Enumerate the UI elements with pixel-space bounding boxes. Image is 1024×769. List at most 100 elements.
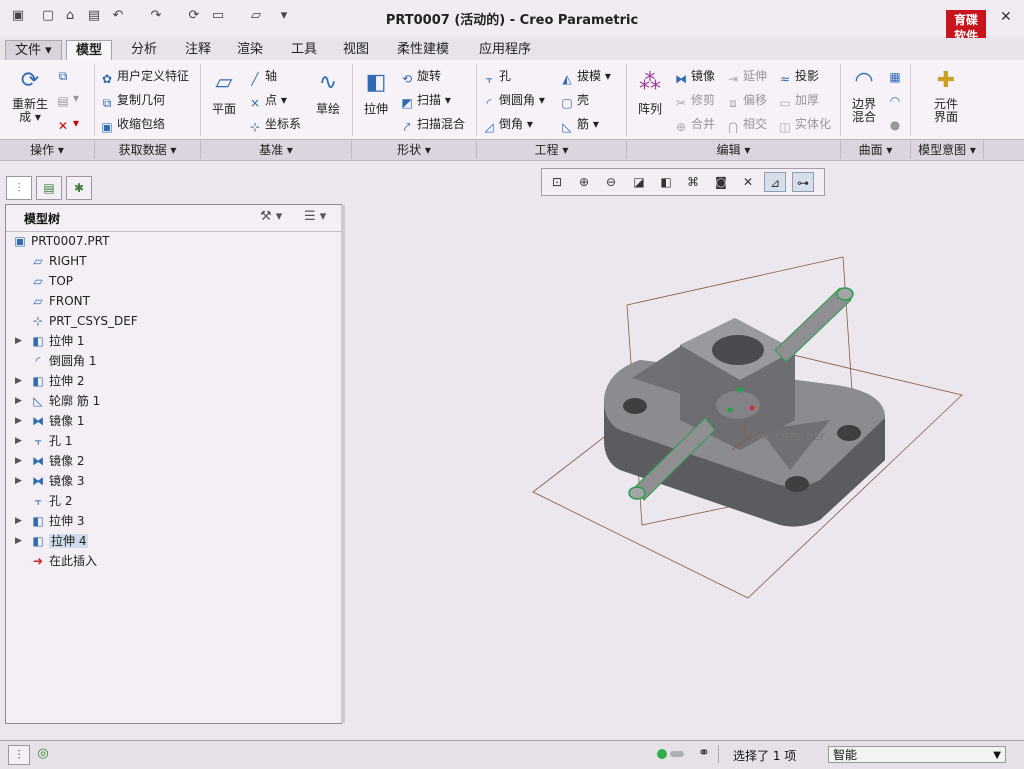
solidify-button[interactable]: ◫ 实体化 [778,115,831,134]
selection-filter[interactable]: 智能 ▼ [828,746,1006,763]
tree-item[interactable]: ▶ ◺ 轮廓 筋 1 [15,392,100,410]
tab-analysis[interactable]: 分析 [122,40,166,60]
expand-arrow-icon[interactable]: ▶ [15,392,25,410]
plane-button[interactable]: ▱ 平面 [204,68,244,117]
extend-button[interactable]: ⇥ 延伸 [726,67,767,86]
tree-item[interactable]: ▶ ⫟ 孔 1 [15,432,72,450]
sketch-button[interactable]: ∿ 草绘 [308,68,348,117]
tree-item[interactable]: ▱ RIGHT [30,252,86,270]
favorites-tab-icon[interactable]: ✱ [66,176,92,200]
intersect-button[interactable]: ⋂ 相交 [726,115,767,134]
group-datum[interactable]: 基准 ▾ [201,141,352,159]
tree-item[interactable]: ▶ ◧ 拉伸 3 [15,512,84,530]
expand-arrow-icon[interactable]: ▶ [15,372,25,390]
expand-arrow-icon[interactable]: ▶ [15,332,25,350]
boundary-blend-button[interactable]: ◠ 边界 混合 [844,66,884,124]
swept-blend-button[interactable]: ⤤ 扫描混合 [400,115,465,134]
tree-settings-icon[interactable]: ⚒ ▾ [260,209,282,224]
mirror-button[interactable]: ⧓ 镜像 [674,67,715,86]
copy-geometry-button[interactable]: ⧉ 复制几何 [100,91,165,110]
tree-columns-icon[interactable]: ☰ ▾ [304,209,326,224]
tab-model[interactable]: 模型 [66,40,113,61]
view-manager-icon[interactable]: ◙ [710,172,732,192]
freestyle-icon[interactable]: ● [888,115,905,132]
trim-button[interactable]: ✂ 修剪 [674,91,715,110]
tree-item[interactable]: ▣ PRT0007.PRT [12,232,109,250]
regenerate-button[interactable]: ⟳ 重新生 成 ▾ [8,66,52,124]
group-surfaces[interactable]: 曲面 ▾ [841,141,911,159]
tab-annotate[interactable]: 注释 [176,40,220,60]
component-interface-button[interactable]: ✚ 元件 界面 [924,66,968,124]
model-tree-tab-icon[interactable]: ⫶ [6,176,32,200]
tab-applications[interactable]: 应用程序 [470,40,540,60]
refit-icon[interactable]: ⊡ [546,172,568,192]
group-operations[interactable]: 操作 ▾ [0,141,95,159]
group-engineering[interactable]: 工程 ▾ [477,141,627,159]
zoom-out-icon[interactable]: ⊖ [600,172,622,192]
point-button[interactable]: × 点 ▾ [248,91,287,110]
tree-item[interactable]: ▶ ◧ 拉伸 1 [15,332,84,350]
expand-arrow-icon[interactable]: ▶ [15,432,25,450]
display-style-icon[interactable]: ◧ [655,172,677,192]
expand-arrow-icon[interactable]: ▶ [15,532,25,550]
fill-icon[interactable]: ▦ [888,67,905,84]
saved-views-icon[interactable]: ⌘ [682,172,704,192]
tab-file[interactable]: 文件 ▾ [5,40,62,62]
show-navigator-icon[interactable]: ⫶ [8,745,30,765]
tree-item[interactable]: ▶ ⧓ 镜像 3 [15,472,84,490]
user-defined-feature-button[interactable]: ✿ 用户定义特征 [100,67,189,86]
copy-icon[interactable]: ⧉ [56,66,73,83]
shell-button[interactable]: ▢ 壳 [560,91,589,110]
tree-item[interactable]: ▱ TOP [30,272,73,290]
model-viewport[interactable]: PRT_CSYS_DEF [520,240,980,610]
tab-flexible-modeling[interactable]: 柔性建模 [388,40,458,60]
paste-icon[interactable]: ▤ ▾ [56,91,79,108]
extrude-button[interactable]: ◧ 拉伸 [356,68,396,117]
perspective-icon[interactable]: ✕ [737,172,759,192]
expand-arrow-icon[interactable]: ▶ [15,412,25,430]
expand-arrow-icon[interactable]: ▶ [15,452,25,470]
tree-item[interactable]: ⫟ 孔 2 [30,492,72,510]
tree-item[interactable]: ▶ ⧓ 镜像 1 [15,412,84,430]
tab-view[interactable]: 视图 [334,40,378,60]
style-icon[interactable]: ◠ [888,91,905,108]
tree-item[interactable]: ➜ 在此插入 [30,552,97,570]
tree-item[interactable]: ⊹ PRT_CSYS_DEF [30,312,138,330]
rib-button[interactable]: ◺ 筋 ▾ [560,115,598,134]
draft-button[interactable]: ◭ 拔模 ▾ [560,67,610,86]
tree-item[interactable]: ▱ FRONT [30,292,90,310]
round-button[interactable]: ◜ 倒圆角 ▾ [482,91,545,110]
project-button[interactable]: ≈ 投影 [778,67,819,86]
tree-item[interactable]: ▶ ◧ 拉伸 4 [15,532,89,550]
spin-center-icon[interactable]: ⊶ [792,172,814,192]
repaint-icon[interactable]: ◪ [628,172,650,192]
revolve-button[interactable]: ⟲ 旋转 [400,67,441,86]
offset-button[interactable]: ⧈ 偏移 [726,91,767,110]
tab-tools[interactable]: 工具 [282,40,326,60]
tree-item[interactable]: ▶ ◧ 拉伸 2 [15,372,84,390]
merge-button[interactable]: ⊕ 合并 [674,115,715,134]
shrinkwrap-button[interactable]: ▣ 收缩包络 [100,115,165,134]
expand-arrow-icon[interactable]: ▶ [15,472,25,490]
close-icon[interactable]: ✕ [1000,9,1012,25]
thicken-button[interactable]: ▭ 加厚 [778,91,819,110]
expand-arrow-icon[interactable]: ▶ [15,512,25,530]
group-editing[interactable]: 编辑 ▾ [627,141,841,159]
pattern-button[interactable]: ⁂ 阵列 [630,68,670,117]
delete-icon[interactable]: ✕ ▾ [56,116,79,133]
tab-render[interactable]: 渲染 [228,40,272,60]
show-browser-icon[interactable]: ◎ [33,745,53,763]
group-get-data[interactable]: 获取数据 ▾ [95,141,201,159]
axis-button[interactable]: ╱ 轴 [248,67,277,86]
tree-scrollbar[interactable] [341,205,345,723]
folder-browser-tab-icon[interactable]: ▤ [36,176,62,200]
hole-button[interactable]: ⫟ 孔 [482,67,511,86]
datum-display-icon[interactable]: ⊿ [764,172,786,192]
csys-button[interactable]: ⊹ 坐标系 [248,115,301,134]
sweep-button[interactable]: ◩ 扫描 ▾ [400,91,451,110]
chamfer-button[interactable]: ◿ 倒角 ▾ [482,115,532,134]
tree-item[interactable]: ◜ 倒圆角 1 [30,352,97,370]
zoom-in-icon[interactable]: ⊕ [573,172,595,192]
tree-item[interactable]: ▶ ⧓ 镜像 2 [15,452,84,470]
group-model-intent[interactable]: 模型意图 ▾ [911,141,984,159]
